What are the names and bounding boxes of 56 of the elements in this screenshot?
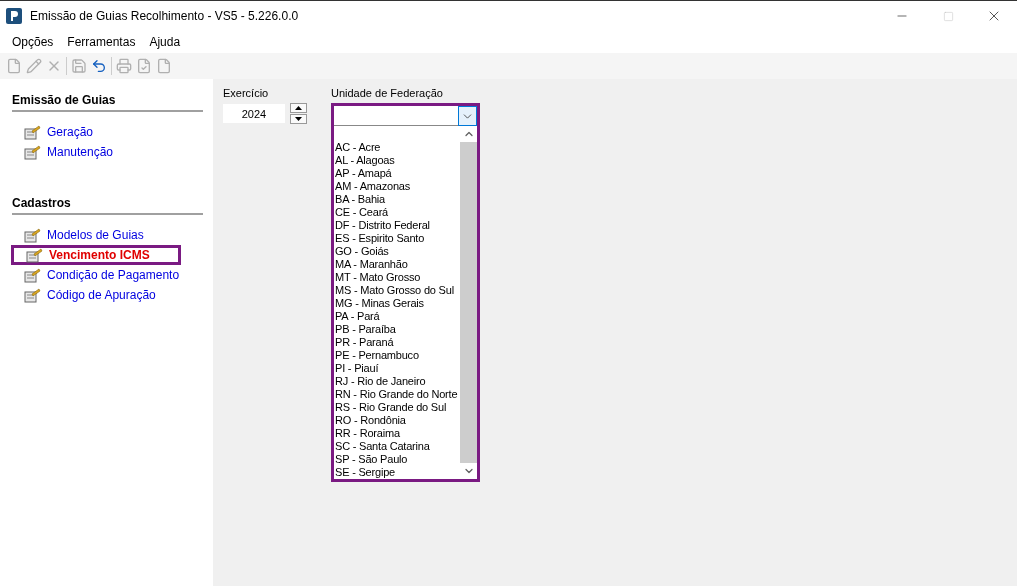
menu-item[interactable]: Ajuda [142, 35, 188, 49]
dropdown-option[interactable]: MG - Minas Gerais [334, 297, 460, 310]
form-icon [24, 227, 41, 243]
dropdown-option[interactable]: PR - Paraná [334, 336, 460, 349]
dropdown-option[interactable]: GO - Goiás [334, 245, 460, 258]
scrollbar-thumb[interactable] [460, 142, 477, 463]
dropdown-option[interactable]: RR - Roraima [334, 427, 460, 440]
dropdown-option[interactable]: ES - Espirito Santo [334, 232, 460, 245]
menu-item[interactable]: Opções [5, 35, 61, 49]
form-icon [24, 144, 41, 160]
section-heading: Cadastros [12, 196, 203, 215]
menu-item[interactable]: Ferramentas [60, 35, 143, 49]
app-logo-icon [6, 8, 22, 24]
down-arrow-icon [295, 117, 302, 121]
form-icon [24, 287, 41, 303]
dropdown-option[interactable]: DF - Distrito Federal [334, 219, 460, 232]
dropdown-option[interactable]: MS - Mato Grosso do Sul [334, 284, 460, 297]
window-title: Emissão de Guias Recolhimento - VS5 - 5.226.0.0 [30, 9, 300, 23]
dropdown-option[interactable]: RN - Rio Grande do Norte [334, 388, 460, 401]
dropdown-option[interactable]: SE - Sergipe [334, 466, 460, 479]
sidebar-item[interactable]: Geração [24, 122, 203, 142]
dropdown-option[interactable]: RO - Rondônia [334, 414, 460, 427]
spin-down-button[interactable] [290, 114, 307, 124]
dropdown-option[interactable]: AP - Amapá [334, 167, 460, 180]
state-dropdown[interactable] [331, 103, 480, 482]
undo-icon[interactable] [91, 58, 107, 74]
field-label: Unidade de Federação [331, 87, 444, 99]
dropdown-option[interactable]: MA - Maranhão [334, 258, 460, 271]
sidebar-item[interactable]: Código de Apuração [24, 285, 203, 305]
dropdown-option[interactable]: SC - Santa Catarina [334, 440, 460, 453]
dropdown-option[interactable]: AM - Amazonas [334, 180, 460, 193]
sidebar-item[interactable]: Condição de Pagamento [24, 265, 203, 285]
form-icon [26, 247, 43, 263]
dropdown-option[interactable]: PE - Pernambuco [334, 349, 460, 362]
sidebar-item[interactable]: Modelos de Guias [24, 225, 203, 245]
dropdown-option[interactable]: PI - Piauí [334, 362, 460, 375]
dropdown-option[interactable]: AC - Acre [334, 141, 460, 154]
dropdown-option[interactable]: RJ - Rio de Janeiro [334, 375, 460, 388]
form-icon [24, 267, 41, 283]
field-label: Exercício [223, 87, 270, 99]
dropdown-option[interactable]: CE - Ceará [334, 206, 460, 219]
form-icon [24, 124, 41, 140]
dropdown-option[interactable]: AL - Alagoas [334, 154, 460, 167]
dropdown-option[interactable]: MT - Mato Grosso [334, 271, 460, 284]
section-heading: Emissão de Guias [12, 93, 203, 112]
up-arrow-icon [295, 106, 302, 110]
maximize-icon [942, 10, 954, 22]
sidebar-item[interactable]: Manutenção [24, 142, 203, 162]
sidebar-item[interactable]: Vencimento ICMS [11, 245, 181, 265]
dropdown-option[interactable]: RS - Rio Grande do Sul [334, 401, 460, 414]
year-field[interactable]: 2024 [223, 104, 285, 123]
dropdown-option[interactable]: PA - Pará [334, 310, 460, 323]
spin-up-button[interactable] [290, 103, 307, 113]
dropdown-option[interactable]: BA - Bahia [334, 193, 460, 206]
dropdown-option[interactable]: SP - São Paulo [334, 453, 460, 466]
dropdown-option[interactable]: PB - Paraíba [334, 323, 460, 336]
